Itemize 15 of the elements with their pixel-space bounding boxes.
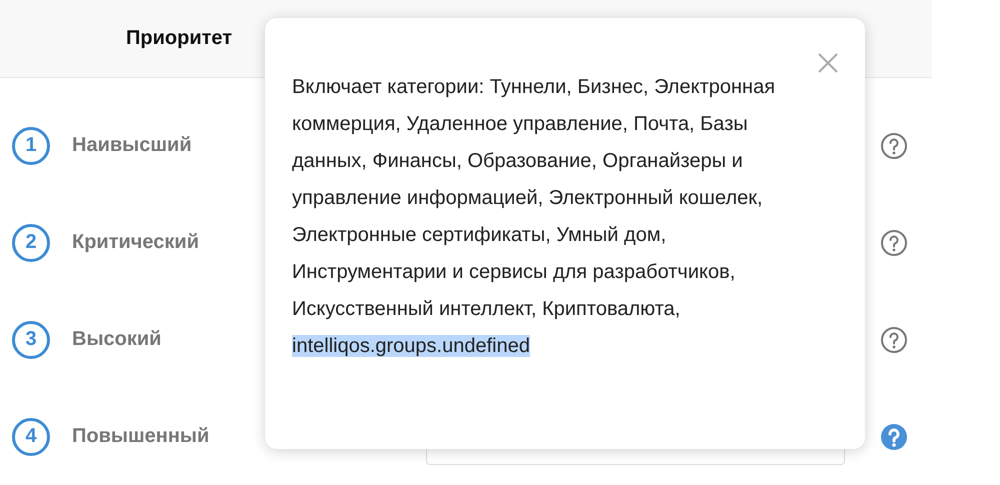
priority-label: Высокий [72, 328, 162, 351]
number-badge: 1 [12, 126, 50, 164]
help-icon[interactable] [880, 228, 908, 256]
popup-text: Включает категории: Туннели, Бизнес, Электронная коммерция, Удаленное управление, Почта, Базы данных, Финансы, Образование, Органайзеры и управление информацией, Электронный кошелек, Электронные сертификаты, Умный дом, Инструментарии и сервисы для разработчиков, Искусственный интеллект, Криптовалюта, intelliqos.groups.undefined [292, 75, 776, 359]
column-title: Приоритет [126, 27, 232, 50]
help-icon[interactable] [880, 132, 908, 160]
close-icon[interactable] [817, 52, 839, 74]
number-badge: 2 [12, 224, 50, 262]
help-icon[interactable] [880, 422, 908, 450]
priority-label: Критический [72, 231, 200, 254]
priority-label: Повышенный [72, 425, 210, 448]
number-badge: 3 [12, 320, 50, 358]
number-badge: 4 [12, 418, 50, 456]
priority-label: Наивысший [72, 134, 192, 157]
help-icon[interactable] [880, 326, 908, 354]
